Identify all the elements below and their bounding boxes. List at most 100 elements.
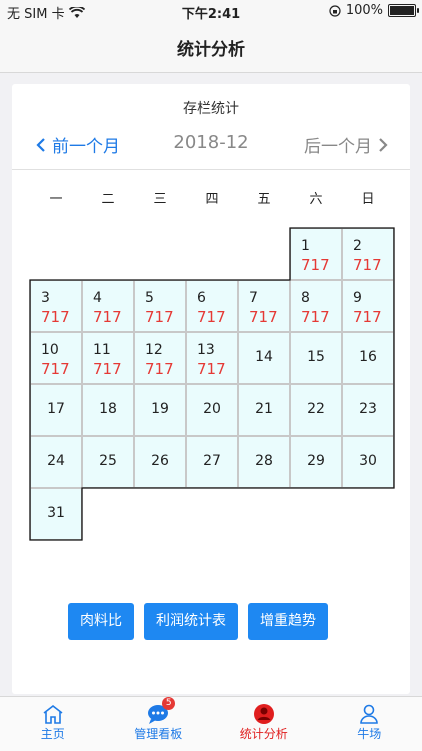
- status-bar: 无 SIM 卡 下午2:41 100%: [0, 0, 422, 22]
- day-number: 11: [93, 342, 111, 358]
- calendar-day-cell[interactable]: 2717: [342, 228, 394, 280]
- day-count-value: 717: [249, 308, 278, 326]
- day-number: 31: [31, 505, 81, 521]
- weekday-label: 六: [290, 188, 342, 208]
- notification-badge: 5: [162, 697, 175, 710]
- day-number: 30: [343, 453, 393, 469]
- day-number: 22: [291, 401, 341, 417]
- day-count-value: 717: [145, 308, 174, 326]
- weekday-label: 四: [186, 188, 238, 208]
- day-number: 28: [239, 453, 289, 469]
- calendar-day-cell[interactable]: 11717: [82, 332, 134, 384]
- day-number: 4: [93, 290, 102, 306]
- calendar-day-cell[interactable]: 8717: [290, 280, 342, 332]
- day-number: 2: [353, 238, 362, 254]
- day-number: 8: [301, 290, 310, 306]
- calendar-day-cell[interactable]: 21: [238, 384, 290, 436]
- calendar-day-cell[interactable]: 30: [342, 436, 394, 488]
- calendar-day-cell[interactable]: 19: [134, 384, 186, 436]
- calendar-day-cell[interactable]: 7717: [238, 280, 290, 332]
- profit-report-button[interactable]: 利润统计表: [144, 603, 238, 640]
- calendar-day-cell[interactable]: 5717: [134, 280, 186, 332]
- day-count-value: 717: [41, 308, 70, 326]
- day-number: 20: [187, 401, 237, 417]
- tab-statistics[interactable]: 统计分析: [211, 697, 317, 751]
- status-right: 100%: [329, 3, 416, 18]
- day-number: 12: [145, 342, 163, 358]
- calendar-day-cell[interactable]: 27: [186, 436, 238, 488]
- day-count-value: 717: [93, 308, 122, 326]
- battery-icon: [388, 4, 416, 17]
- day-number: 23: [343, 401, 393, 417]
- section-title: 存栏统计: [12, 98, 410, 118]
- calendar-day-cell[interactable]: 14: [238, 332, 290, 384]
- day-count-value: 717: [301, 308, 330, 326]
- day-count-value: 717: [197, 360, 226, 378]
- calendar-day-cell[interactable]: 1717: [290, 228, 342, 280]
- day-number: 19: [135, 401, 185, 417]
- day-number: 5: [145, 290, 154, 306]
- calendar-day-cell[interactable]: 18: [82, 384, 134, 436]
- nav-bar: 统计分析: [0, 22, 422, 73]
- chevron-right-icon: [378, 137, 388, 153]
- month-navigator: 前一个月 2018-12 后一个月: [12, 128, 410, 158]
- calendar-day-cell[interactable]: 13717: [186, 332, 238, 384]
- day-count-value: 717: [93, 360, 122, 378]
- action-buttons: 肉料比 利润统计表 增重趋势: [68, 603, 328, 640]
- day-number: 1: [301, 238, 310, 254]
- weight-gain-trend-button[interactable]: 增重趋势: [248, 603, 328, 640]
- calendar-day-cell[interactable]: 6717: [186, 280, 238, 332]
- calendar-day-cell[interactable]: 4717: [82, 280, 134, 332]
- calendar-day-cell[interactable]: 24: [30, 436, 82, 488]
- calendar-day-cell[interactable]: 12717: [134, 332, 186, 384]
- day-number: 14: [239, 349, 289, 365]
- next-month-button[interactable]: 后一个月: [304, 132, 388, 157]
- day-number: 10: [41, 342, 59, 358]
- day-number: 7: [249, 290, 258, 306]
- day-number: 21: [239, 401, 289, 417]
- calendar-day-cell[interactable]: 26: [134, 436, 186, 488]
- calendar-day-cell[interactable]: 25: [82, 436, 134, 488]
- next-month-label: 后一个月: [304, 132, 372, 157]
- calendar-day-cell[interactable]: 16: [342, 332, 394, 384]
- day-number: 24: [31, 453, 81, 469]
- day-number: 3: [41, 290, 50, 306]
- weekday-label: 三: [134, 188, 186, 208]
- day-number: 6: [197, 290, 206, 306]
- tab-label: 统计分析: [240, 725, 288, 742]
- tab-label: 主页: [41, 725, 65, 742]
- person-icon: [357, 703, 381, 725]
- tab-bar: 主页 5 管理看板 统计分析 牛场: [0, 696, 422, 751]
- calendar-day-cell[interactable]: 28: [238, 436, 290, 488]
- weekday-label: 二: [82, 188, 134, 208]
- day-count-value: 717: [41, 360, 70, 378]
- calendar-day-cell[interactable]: 17: [30, 384, 82, 436]
- calendar-day-cell[interactable]: 29: [290, 436, 342, 488]
- day-number: 13: [197, 342, 215, 358]
- calendar-day-cell[interactable]: 9717: [342, 280, 394, 332]
- calendar-day-cell[interactable]: 10717: [30, 332, 82, 384]
- battery-percent: 100%: [346, 3, 383, 18]
- tab-farm[interactable]: 牛场: [317, 697, 422, 751]
- tab-dashboard[interactable]: 5 管理看板: [106, 697, 212, 751]
- calendar-day-cell[interactable]: 15: [290, 332, 342, 384]
- calendar-day-cell[interactable]: 23: [342, 384, 394, 436]
- day-number: 9: [353, 290, 362, 306]
- calendar-day-cell[interactable]: 22: [290, 384, 342, 436]
- calendar-day-cell[interactable]: 31: [30, 488, 82, 540]
- meat-feed-ratio-button[interactable]: 肉料比: [68, 603, 134, 640]
- page-title: 统计分析: [177, 35, 245, 60]
- weekday-label: 一: [30, 188, 82, 208]
- divider: [12, 169, 410, 170]
- weekday-label: 日: [342, 188, 394, 208]
- day-count-value: 717: [197, 308, 226, 326]
- weekday-label: 五: [238, 188, 290, 208]
- calendar-day-cell[interactable]: 20: [186, 384, 238, 436]
- tab-home[interactable]: 主页: [0, 697, 106, 751]
- orientation-lock-icon: [329, 5, 341, 17]
- calendar-day-cell[interactable]: 3717: [30, 280, 82, 332]
- day-number: 27: [187, 453, 237, 469]
- day-count-value: 717: [353, 256, 382, 274]
- day-number: 15: [291, 349, 341, 365]
- home-icon: [41, 703, 65, 725]
